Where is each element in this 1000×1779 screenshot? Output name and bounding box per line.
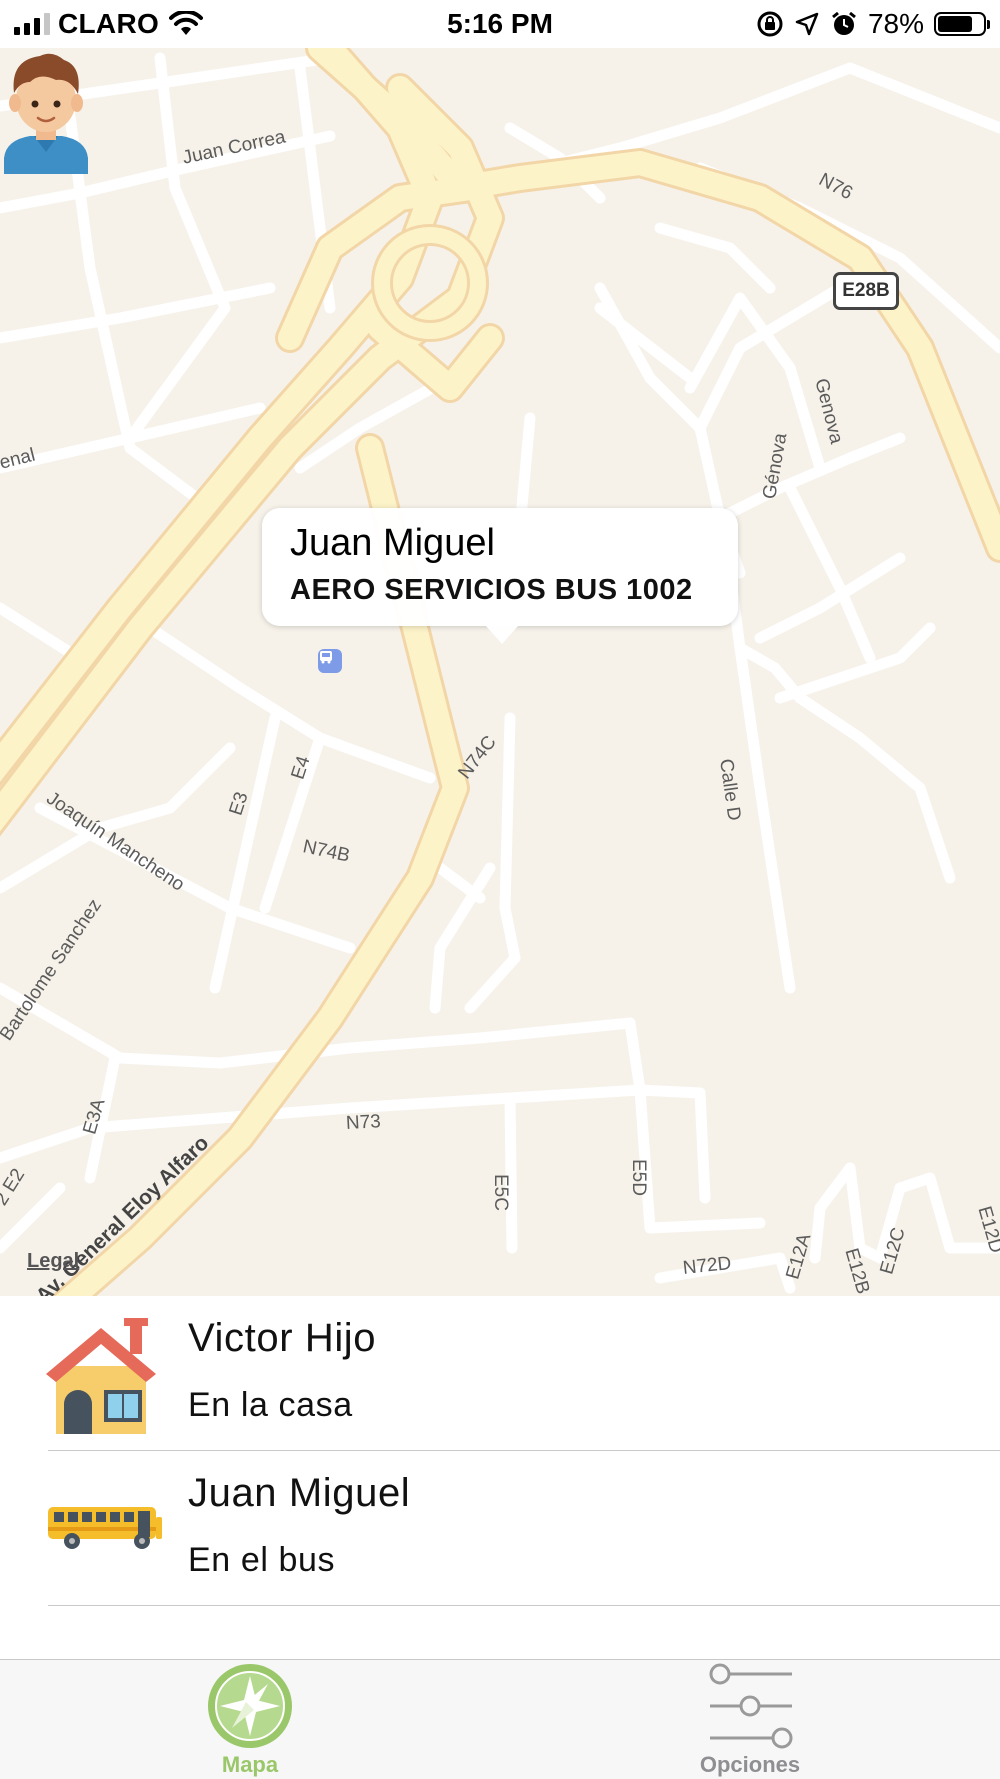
map-roads — [0, 48, 1000, 1296]
boy-avatar-icon[interactable] — [0, 48, 92, 174]
alarm-icon — [832, 11, 856, 35]
tab-mapa[interactable]: Mapa — [170, 1660, 330, 1779]
divider — [48, 1605, 1000, 1606]
street-label: N73 — [345, 1111, 382, 1134]
battery-percent: 78% — [867, 8, 924, 39]
street-label: E5C — [490, 1174, 511, 1211]
status-bar: CLARO 5:16 PM 78% — [0, 0, 1000, 48]
status-right: 78% — [756, 6, 990, 42]
item-name: Victor Hijo — [188, 1316, 377, 1360]
tab-opciones[interactable]: Opciones — [670, 1660, 830, 1779]
compass-icon — [208, 1664, 292, 1748]
people-list: Victor Hijo En la casa Juan Miguel En el… — [0, 1296, 1000, 1606]
orientation-lock-icon — [757, 11, 783, 37]
tab-label: Mapa — [221, 1752, 279, 1777]
battery-icon — [934, 12, 990, 36]
list-item[interactable]: Juan Miguel En el bus — [0, 1451, 1000, 1606]
school-bus-icon — [48, 1507, 162, 1549]
item-status: En el bus — [188, 1541, 336, 1579]
callout-title: Juan Miguel — [290, 522, 495, 564]
map-view[interactable]: Juan Correa N76 E28B Genova Génova enal … — [0, 48, 1000, 1296]
street-label: E5D — [628, 1159, 649, 1196]
sliders-icon — [709, 1663, 793, 1749]
route-shield-e28b: E28B — [833, 272, 899, 310]
map-callout[interactable]: Juan Miguel AERO SERVICIOS BUS 1002 — [262, 508, 738, 644]
item-name: Juan Miguel — [188, 1471, 411, 1515]
house-icon — [46, 1318, 156, 1434]
tab-label: Opciones — [699, 1752, 801, 1777]
legal-link[interactable]: Legal — [27, 1250, 79, 1273]
location-arrow-icon — [795, 12, 819, 36]
callout-subtitle: AERO SERVICIOS BUS 1002 — [290, 574, 693, 606]
tab-bar: Mapa Opciones — [0, 1659, 1000, 1779]
list-item[interactable]: Victor Hijo En la casa — [0, 1296, 1000, 1451]
item-status: En la casa — [188, 1386, 353, 1424]
bus-stop-icon[interactable] — [318, 649, 342, 673]
